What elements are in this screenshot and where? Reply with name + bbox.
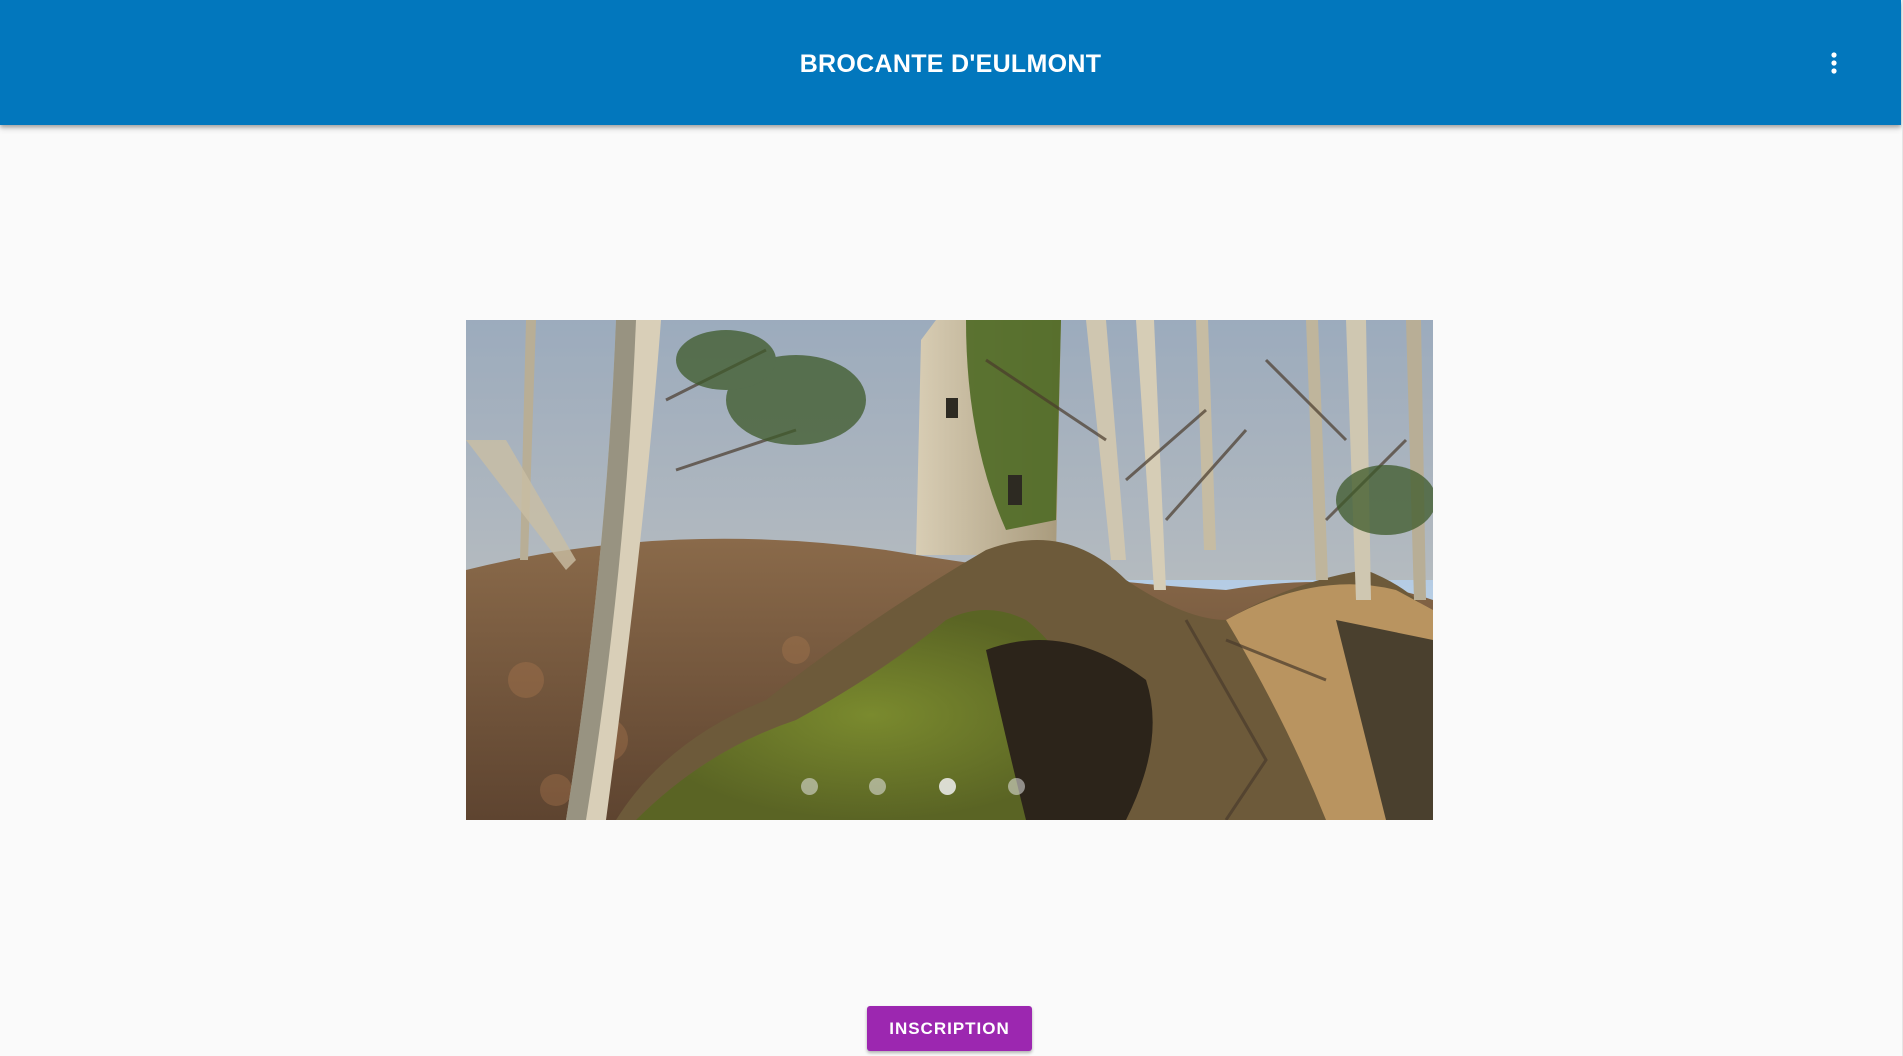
- app-title: BROCANTE D'EULMONT: [799, 50, 1102, 78]
- carousel-dot-4[interactable]: [1008, 778, 1025, 795]
- app-bar: BROCANTE D'EULMONT: [0, 0, 1901, 125]
- app-frame: BROCANTE D'EULMONT INSCRIPTION: [0, 0, 1902, 1056]
- carousel-dot-3[interactable]: [939, 778, 956, 795]
- carousel-indicators: [466, 778, 1433, 796]
- more-vert-icon: [1831, 52, 1837, 74]
- page: BROCANTE D'EULMONT INSCRIPTION: [0, 0, 1903, 1056]
- more-menu-button[interactable]: [1815, 43, 1853, 83]
- carousel-dot-1[interactable]: [801, 778, 818, 795]
- image-carousel[interactable]: [466, 320, 1433, 820]
- register-button[interactable]: INSCRIPTION: [867, 1006, 1032, 1051]
- carousel-dot-2[interactable]: [869, 778, 886, 795]
- carousel-slide-image: [466, 320, 1433, 820]
